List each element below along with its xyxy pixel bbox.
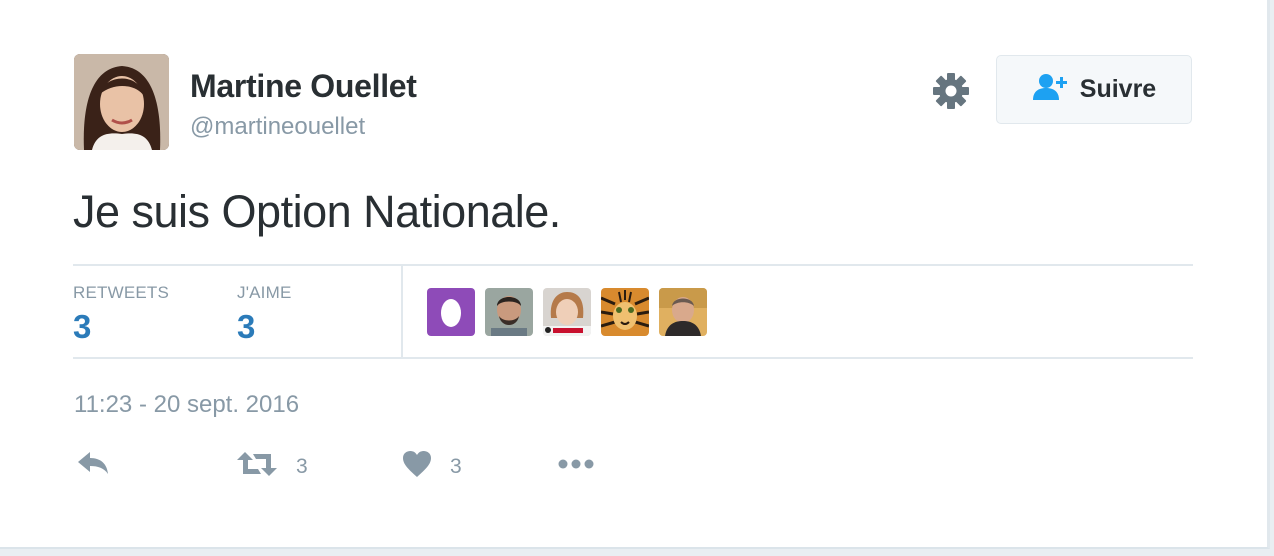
user-handle[interactable]: @martineouellet — [190, 113, 365, 141]
likes-label[interactable]: J'AIME — [237, 283, 292, 303]
retweets-count[interactable]: 3 — [73, 308, 91, 346]
retweets-label[interactable]: RETWEETS — [73, 283, 169, 303]
tweet-text: Je suis Option Nationale. — [73, 186, 561, 237]
avatar-photo — [74, 54, 169, 150]
likes-count[interactable]: 3 — [237, 308, 255, 346]
liker-avatar[interactable] — [427, 288, 475, 336]
stats-divider — [401, 266, 403, 358]
gear-icon[interactable] — [930, 70, 972, 112]
follow-button[interactable]: Suivre — [996, 55, 1192, 124]
tweet-timestamp[interactable]: 11:23 - 20 sept. 2016 — [74, 391, 299, 419]
retweet-count: 3 — [296, 454, 308, 478]
liker-avatar[interactable] — [543, 288, 591, 336]
retweet-icon — [236, 450, 278, 483]
follow-label: Suivre — [1079, 75, 1157, 103]
like-count: 3 — [450, 454, 462, 478]
liker-avatar[interactable] — [659, 288, 707, 336]
avatar[interactable] — [74, 54, 169, 150]
like-button[interactable]: 3 — [402, 450, 462, 483]
add-user-icon — [1032, 73, 1070, 106]
reply-icon — [76, 450, 110, 481]
liker-avatar[interactable] — [485, 288, 533, 336]
heart-icon — [402, 450, 432, 483]
reply-button[interactable] — [76, 450, 110, 481]
tweet-card: Martine Ouellet @martineouellet Suivre J… — [0, 0, 1270, 549]
liker-avatar[interactable] — [601, 288, 649, 336]
display-name[interactable]: Martine Ouellet — [190, 68, 417, 105]
divider-bottom — [73, 357, 1193, 359]
likers-avatars — [427, 288, 707, 336]
more-icon — [557, 450, 595, 483]
retweet-button[interactable]: 3 — [236, 450, 308, 483]
more-button[interactable] — [557, 450, 595, 483]
divider-top — [73, 264, 1193, 266]
